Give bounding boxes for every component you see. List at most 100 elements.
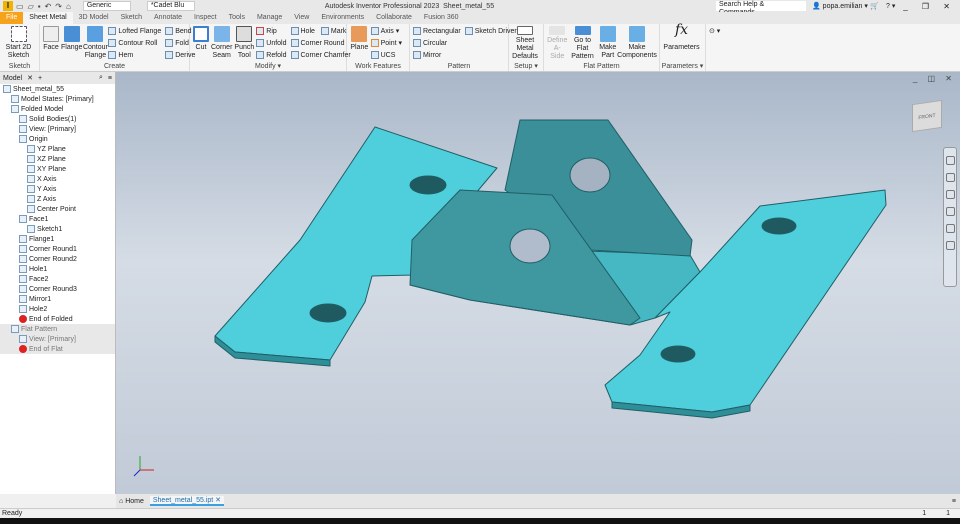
tree-node[interactable]: Face2	[0, 274, 115, 284]
cut-button[interactable]: Cut	[193, 26, 209, 61]
ucs-button[interactable]: UCS	[370, 50, 402, 60]
go-to-flat-pattern-button[interactable]: Go to Flat Pattern	[569, 26, 595, 61]
tree-node[interactable]: X Axis	[0, 174, 115, 184]
punch-tool-button[interactable]: Punch Tool	[234, 26, 254, 61]
tree-node[interactable]: XZ Plane	[0, 154, 115, 164]
save-icon[interactable]: ▪	[38, 2, 41, 11]
new-icon[interactable]: ▭	[16, 2, 24, 11]
mirror-button[interactable]: Mirror	[413, 50, 461, 60]
make-part-button[interactable]: Make Part	[598, 26, 618, 61]
panel-label[interactable]: Setup ▾	[509, 62, 543, 70]
tab-file[interactable]: File	[0, 12, 24, 24]
undo-icon[interactable]: ↶	[45, 2, 52, 11]
tree-node[interactable]: Corner Round1	[0, 244, 115, 254]
tree-node[interactable]: Y Axis	[0, 184, 115, 194]
steering-wheel-icon[interactable]	[945, 156, 955, 165]
ribbon-options-icon[interactable]: ⊙ ▾	[706, 24, 723, 71]
contour-roll-button[interactable]: Contour Roll	[108, 38, 161, 48]
tab-annotate[interactable]: Annotate	[148, 12, 188, 24]
tree-node[interactable]: Solid Bodies(1)	[0, 114, 115, 124]
circular-pattern-button[interactable]: Circular	[413, 38, 461, 48]
view-cube[interactable]: FRONT	[912, 99, 942, 133]
tree-node[interactable]: Sheet_metal_55	[0, 84, 115, 94]
tree-node[interactable]: End of Folded	[0, 314, 115, 324]
tab-3d-model[interactable]: 3D Model	[73, 12, 115, 24]
mark-button[interactable]: Mark	[331, 28, 347, 35]
tab-home[interactable]: ⌂ Home	[119, 498, 144, 505]
corner-round-button[interactable]: Corner Round	[290, 38, 351, 48]
tree-node[interactable]: Z Axis	[0, 194, 115, 204]
tree-node[interactable]: Corner Round3	[0, 284, 115, 294]
tree-node[interactable]: Folded Model	[0, 104, 115, 114]
window-controls[interactable]: _ ❐ ✕	[903, 2, 956, 11]
rip-button[interactable]: Rip	[256, 26, 286, 36]
tab-collaborate[interactable]: Collaborate	[370, 12, 418, 24]
tree-node[interactable]: YZ Plane	[0, 144, 115, 154]
tabs-menu-icon[interactable]: ≡	[952, 498, 956, 505]
corner-chamfer-button[interactable]: Corner Chamfer	[290, 50, 351, 60]
search-input[interactable]: Search Help & Commands...	[716, 1, 806, 16]
user-menu[interactable]: 👤 popa.emilian ▾	[812, 2, 868, 10]
tree-node[interactable]: Flat Pattern	[0, 324, 115, 334]
define-a-side-button[interactable]: Define A-Side	[547, 26, 567, 61]
tab-model[interactable]: Model	[3, 75, 22, 82]
pan-icon[interactable]	[945, 173, 955, 182]
tree-node[interactable]: Corner Round2	[0, 254, 115, 264]
tree-node[interactable]: Face1	[0, 214, 115, 224]
contour-flange-button[interactable]: Contour Flange	[83, 26, 108, 61]
cart-icon[interactable]: 🛒	[870, 2, 879, 10]
tree-node[interactable]: XY Plane	[0, 164, 115, 174]
tree-node[interactable]: Flange1	[0, 234, 115, 244]
plane-button[interactable]: Plane	[350, 26, 369, 61]
app-logo[interactable]: I	[3, 1, 13, 11]
tree-node[interactable]: Sketch1	[0, 224, 115, 234]
flange-button[interactable]: Flange	[61, 26, 82, 61]
tree-node[interactable]: View: [Primary]	[0, 124, 115, 134]
axis-button[interactable]: Axis ▾	[370, 26, 402, 36]
sheet-metal-part[interactable]	[116, 72, 960, 494]
tree-node[interactable]: Center Point	[0, 204, 115, 214]
tab-sheet-metal[interactable]: Sheet Metal	[23, 12, 73, 24]
start-2d-sketch-button[interactable]: Start 2D Sketch	[3, 26, 34, 61]
refold-button[interactable]: Refold	[256, 50, 287, 60]
help-icon[interactable]: ? ▾	[886, 2, 895, 10]
open-icon[interactable]: ▱	[28, 2, 34, 11]
appearance-select[interactable]: *Cadet Blu	[146, 1, 195, 11]
panel-label[interactable]: Parameters ▾	[660, 62, 705, 70]
material-select[interactable]: Generic	[82, 1, 131, 11]
make-components-button[interactable]: Make Components	[617, 26, 657, 61]
tab-view[interactable]: View	[288, 12, 315, 24]
graphics-viewport[interactable]: _ ◫ ✕ FRONT	[116, 72, 960, 494]
lofted-flange-button[interactable]: Lofted Flange	[108, 26, 161, 36]
hem-button[interactable]: Hem	[108, 50, 161, 60]
tree-node[interactable]: Model States: [Primary]	[0, 94, 115, 104]
sheet-metal-defaults-button[interactable]: Sheet Metal Defaults	[512, 26, 538, 61]
tab-fusion-360[interactable]: Fusion 360	[418, 12, 465, 24]
menu-icon[interactable]: ≡	[108, 75, 112, 82]
add-tab-icon[interactable]: +	[38, 75, 42, 82]
zoom-icon[interactable]	[945, 190, 955, 199]
tree-node[interactable]: Mirror1	[0, 294, 115, 304]
tab-manage[interactable]: Manage	[251, 12, 288, 24]
panel-label[interactable]: Modify ▾	[190, 62, 346, 70]
tree-node[interactable]: Hole1	[0, 264, 115, 274]
tab-document[interactable]: Sheet_metal_55.ipt ✕	[149, 496, 225, 506]
corner-seam-button[interactable]: Corner Seam	[211, 26, 232, 61]
tree-node[interactable]: View: [Primary]	[0, 334, 115, 344]
tab-sketch[interactable]: Sketch	[115, 12, 148, 24]
rectangular-pattern-button[interactable]: Rectangular	[413, 26, 461, 36]
unfold-button[interactable]: Unfold	[256, 38, 287, 48]
orbit-icon[interactable]	[945, 207, 955, 216]
tab-inspect[interactable]: Inspect	[188, 12, 223, 24]
hole-button[interactable]: Hole Mark	[290, 26, 351, 36]
redo-icon[interactable]: ↷	[55, 2, 62, 11]
tab-tools[interactable]: Tools	[223, 12, 251, 24]
close-icon[interactable]: ✕	[27, 74, 33, 82]
view-face-icon[interactable]	[945, 241, 955, 250]
tree-node[interactable]: Origin	[0, 134, 115, 144]
look-at-icon[interactable]	[945, 224, 955, 233]
face-button[interactable]: Face	[43, 26, 59, 61]
search-icon[interactable]: ⌕	[99, 74, 103, 82]
tab-environments[interactable]: Environments	[315, 12, 370, 24]
home-icon[interactable]: ⌂	[66, 2, 71, 11]
